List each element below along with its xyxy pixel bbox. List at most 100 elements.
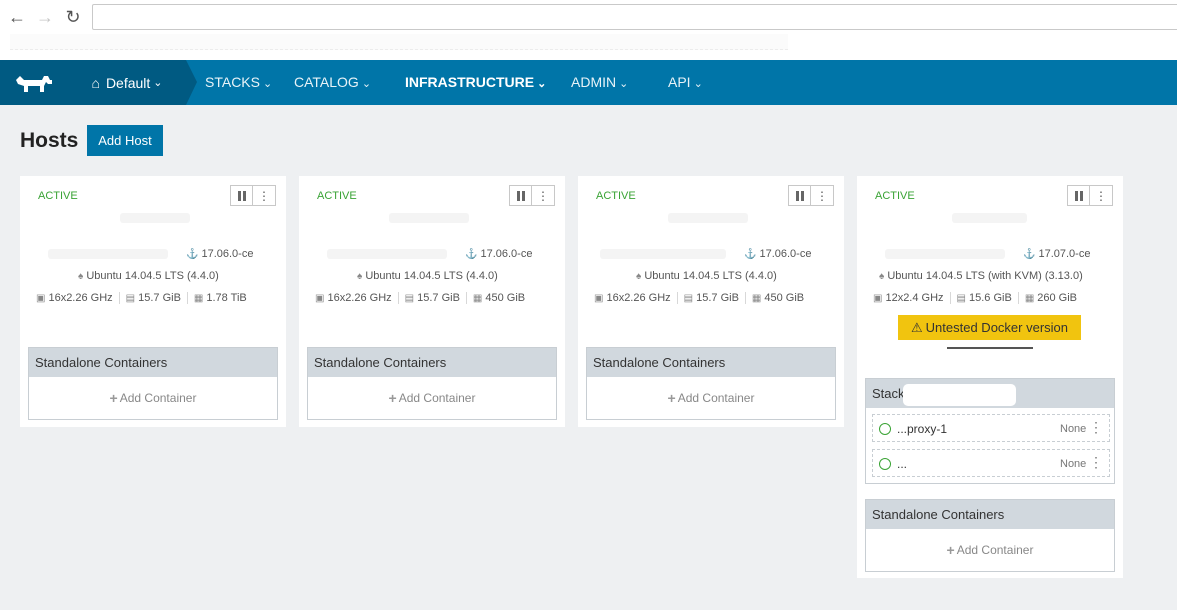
cpu-icon: ▣ bbox=[594, 293, 604, 304]
cpu-icon: ▣ bbox=[873, 293, 883, 304]
host-actions: ⋮ bbox=[230, 185, 276, 206]
memory-icon: ▤ bbox=[125, 293, 136, 304]
kebab-menu-icon[interactable]: ⋮ bbox=[1089, 419, 1103, 436]
storage-spec: ▦ 450 GiB bbox=[744, 292, 810, 304]
plus-icon: + bbox=[388, 390, 397, 406]
nav-label: STACKS bbox=[205, 74, 260, 90]
host-state: ACTIVE bbox=[596, 190, 636, 202]
reload-icon[interactable]: ↻ bbox=[62, 6, 84, 28]
pause-icon[interactable] bbox=[788, 185, 811, 206]
back-icon[interactable]: ← bbox=[6, 6, 28, 28]
stack-label: Stack bbox=[872, 386, 905, 401]
docker-version-value: 17.06.0-ce bbox=[201, 248, 254, 260]
environment-switcher[interactable]: ⌂ Default ⌄ bbox=[68, 60, 197, 105]
memory-value: 15.6 GiB bbox=[969, 292, 1012, 304]
docker-icon: ⚓ bbox=[744, 249, 757, 260]
kebab-menu-icon[interactable]: ⋮ bbox=[1090, 185, 1113, 206]
host-name[interactable] bbox=[668, 213, 748, 223]
os-info: ♠ Ubuntu 14.04.5 LTS (with KVM) (3.13.0) bbox=[879, 270, 1083, 282]
plus-icon: + bbox=[667, 390, 676, 406]
nav-api[interactable]: API ⌄ bbox=[668, 60, 703, 105]
os-info: ♠ Ubuntu 14.04.5 LTS (4.4.0) bbox=[357, 270, 498, 282]
host-name[interactable] bbox=[389, 213, 469, 223]
service-scale: None bbox=[1060, 423, 1087, 435]
standalone-containers: Standalone Containers + Add Container bbox=[307, 347, 557, 420]
rancher-logo[interactable] bbox=[0, 60, 68, 105]
nav-catalog[interactable]: CATALOG ⌄ bbox=[294, 60, 371, 105]
warning-badge: ⚠ Untested Docker version bbox=[898, 315, 1081, 340]
standalone-containers: Standalone Containers + Add Container bbox=[586, 347, 836, 420]
standalone-containers: Standalone Containers + Add Container bbox=[28, 347, 278, 420]
service-name[interactable]: ...proxy-1 bbox=[897, 422, 947, 436]
nav-infrastructure[interactable]: INFRASTRUCTURE ⌄ bbox=[405, 60, 546, 105]
storage-icon: ▦ bbox=[1024, 293, 1035, 304]
home-icon: ⌂ bbox=[91, 74, 100, 91]
host-actions: ⋮ bbox=[788, 185, 834, 206]
os-value: Ubuntu 14.04.5 LTS (with KVM) (3.13.0) bbox=[887, 270, 1083, 282]
memory-icon: ▤ bbox=[683, 293, 694, 304]
storage-spec: ▦ 1.78 TiB bbox=[186, 292, 253, 304]
memory-spec: ▤ 15.7 GiB bbox=[397, 292, 466, 304]
host-specs: ▣ 12x2.4 GHz ▤ 15.6 GiB ▦ 260 GiB bbox=[873, 292, 1083, 304]
kebab-menu-icon[interactable]: ⋮ bbox=[253, 185, 276, 206]
host-name[interactable] bbox=[120, 213, 190, 223]
cpu-spec: ▣ 12x2.4 GHz bbox=[873, 292, 950, 304]
kebab-menu-icon[interactable]: ⋮ bbox=[1089, 454, 1103, 471]
docker-version-value: 17.07.0-ce bbox=[1038, 248, 1091, 260]
add-container-button[interactable]: + Add Container bbox=[29, 377, 277, 419]
host-ip bbox=[327, 249, 447, 259]
linux-icon: ♠ bbox=[636, 271, 642, 282]
host-state: ACTIVE bbox=[317, 190, 357, 202]
chevron-down-icon: ⌄ bbox=[693, 78, 703, 90]
os-value: Ubuntu 14.04.5 LTS (4.4.0) bbox=[644, 270, 777, 282]
section-header: Standalone Containers bbox=[587, 348, 835, 377]
os-value: Ubuntu 14.04.5 LTS (4.4.0) bbox=[86, 270, 219, 282]
host-ip bbox=[600, 249, 726, 259]
host-card: ACTIVE ⋮ ⚓ 17.06.0-ce ♠ Ubuntu 14.04.5 LTS… bbox=[578, 176, 844, 427]
add-container-button[interactable]: + Add Container bbox=[866, 529, 1114, 571]
forward-icon[interactable]: → bbox=[34, 6, 56, 28]
host-ip bbox=[885, 249, 1005, 259]
docker-version: ⚓ 17.06.0-ce bbox=[744, 248, 811, 260]
storage-spec: ▦ 260 GiB bbox=[1017, 292, 1083, 304]
section-header: Standalone Containers bbox=[308, 348, 556, 377]
docker-version: ⚓ 17.07.0-ce bbox=[1023, 248, 1090, 260]
divider bbox=[947, 347, 1033, 349]
service-name[interactable]: ... bbox=[897, 457, 907, 471]
stack-header[interactable]: Stack bbox=[866, 379, 1114, 408]
add-container-button[interactable]: + Add Container bbox=[587, 377, 835, 419]
chevron-down-icon: ⌄ bbox=[262, 78, 273, 90]
app-header: ⌂ Default ⌄ STACKS ⌄ CATALOG ⌄ INFRASTRUCT… bbox=[0, 60, 1177, 105]
host-state: ACTIVE bbox=[38, 190, 78, 202]
address-bar[interactable] bbox=[92, 4, 1177, 30]
plus-icon: + bbox=[946, 542, 955, 558]
kebab-menu-icon[interactable]: ⋮ bbox=[532, 185, 555, 206]
add-container-button[interactable]: + Add Container bbox=[308, 377, 556, 419]
memory-spec: ▤ 15.7 GiB bbox=[118, 292, 187, 304]
linux-icon: ♠ bbox=[879, 271, 885, 282]
nav-stacks[interactable]: STACKS ⌄ bbox=[205, 60, 272, 105]
add-host-button[interactable]: Add Host bbox=[87, 125, 163, 156]
stack-name bbox=[903, 384, 1016, 406]
service-row[interactable]: ...proxy-1 None ⋮ bbox=[872, 414, 1110, 442]
host-name[interactable] bbox=[952, 213, 1027, 223]
pause-icon[interactable] bbox=[1067, 185, 1090, 206]
storage-spec: ▦ 450 GiB bbox=[465, 292, 531, 304]
plus-icon: + bbox=[109, 390, 118, 406]
cpu-spec: ▣ 16x2.26 GHz bbox=[315, 292, 398, 304]
nav-admin[interactable]: ADMIN ⌄ bbox=[571, 60, 628, 105]
storage-icon: ▦ bbox=[472, 293, 483, 304]
standalone-containers: Standalone Containers + Add Container bbox=[865, 499, 1115, 572]
browser-toolbar: ← → ↻ bbox=[0, 0, 1177, 60]
docker-version-value: 17.06.0-ce bbox=[759, 248, 812, 260]
host-actions: ⋮ bbox=[509, 185, 555, 206]
nav-label: CATALOG bbox=[294, 74, 359, 90]
pause-icon[interactable] bbox=[509, 185, 532, 206]
storage-value: 260 GiB bbox=[1037, 292, 1078, 304]
memory-icon: ▤ bbox=[404, 293, 415, 304]
kebab-menu-icon[interactable]: ⋮ bbox=[811, 185, 834, 206]
service-row[interactable]: ... None ⋮ bbox=[872, 449, 1110, 477]
bookmarks-bar bbox=[10, 34, 788, 50]
pause-icon[interactable] bbox=[230, 185, 253, 206]
storage-value: 450 GiB bbox=[764, 292, 805, 304]
